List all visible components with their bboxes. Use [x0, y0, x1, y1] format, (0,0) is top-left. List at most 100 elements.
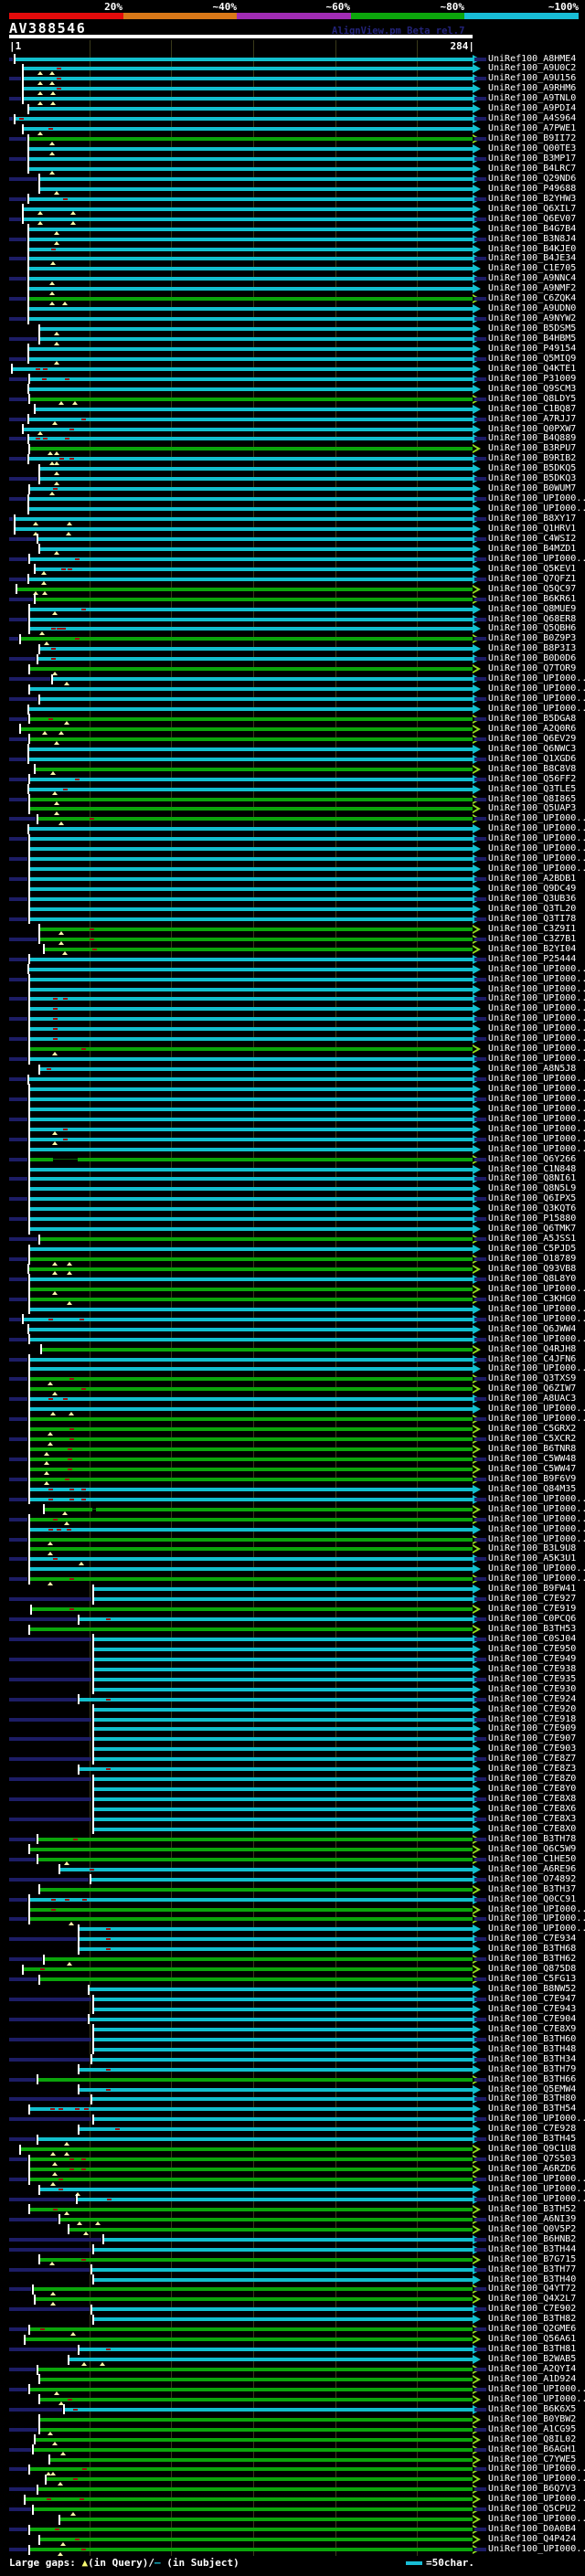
- alignment-bar[interactable]: [30, 687, 473, 692]
- alignment-bar[interactable]: [94, 1687, 473, 1691]
- alignment-bar[interactable]: [40, 647, 473, 652]
- alignment-bar[interactable]: [30, 557, 473, 561]
- alignment-bar[interactable]: [40, 327, 473, 331]
- alignment-bar[interactable]: [30, 1357, 473, 1362]
- alignment-bar[interactable]: [30, 896, 473, 901]
- alignment-bar[interactable]: [40, 2257, 473, 2262]
- alignment-bar[interactable]: [30, 2548, 473, 2551]
- alignment-bar[interactable]: [33, 2507, 473, 2512]
- alignment-bar[interactable]: [59, 1867, 473, 1871]
- alignment-bar[interactable]: [30, 847, 473, 852]
- alignment-bar[interactable]: [40, 1887, 473, 1892]
- alignment-bar[interactable]: [92, 2267, 473, 2272]
- alignment-bar[interactable]: [28, 707, 473, 711]
- alignment-bar[interactable]: [30, 1427, 473, 1432]
- alignment-bar[interactable]: [30, 737, 473, 741]
- alignment-bar[interactable]: [94, 2247, 473, 2252]
- alignment-bar[interactable]: [30, 1527, 473, 1532]
- alignment-bar[interactable]: [30, 1577, 473, 1582]
- alignment-bar[interactable]: [47, 2477, 473, 2482]
- alignment-bar[interactable]: [24, 207, 473, 211]
- alignment-bar[interactable]: [28, 967, 473, 971]
- alignment-bar[interactable]: [30, 1307, 473, 1311]
- alignment-bar[interactable]: [28, 827, 473, 832]
- alignment-bar[interactable]: [30, 2327, 473, 2332]
- alignment-bar[interactable]: [30, 667, 473, 672]
- alignment-bar[interactable]: [30, 1417, 473, 1422]
- alignment-bar[interactable]: [33, 2447, 473, 2452]
- alignment-bar[interactable]: [94, 1657, 473, 1661]
- alignment-bar[interactable]: [30, 1387, 473, 1392]
- alignment-bar[interactable]: [30, 1207, 473, 1212]
- alignment-bar[interactable]: [28, 1327, 473, 1331]
- alignment-bar[interactable]: [28, 196, 473, 201]
- alignment-bar[interactable]: [38, 2077, 473, 2082]
- alignment-bar[interactable]: [30, 447, 473, 451]
- alignment-bar[interactable]: [80, 2127, 473, 2132]
- alignment-bar[interactable]: [28, 307, 473, 312]
- alignment-bar[interactable]: [30, 1377, 473, 1382]
- alignment-bar[interactable]: [30, 837, 473, 842]
- alignment-bar[interactable]: [30, 777, 473, 781]
- alignment-bar[interactable]: [30, 797, 473, 801]
- alignment-bar[interactable]: [69, 2358, 473, 2361]
- alignment-bar[interactable]: [94, 1818, 473, 1821]
- alignment-bar[interactable]: [30, 1907, 473, 1912]
- alignment-bar[interactable]: [30, 607, 473, 611]
- alignment-bar[interactable]: [28, 287, 473, 292]
- alignment-bar[interactable]: [35, 567, 473, 571]
- alignment-bar[interactable]: [94, 1807, 473, 1811]
- alignment-bar[interactable]: [30, 1297, 473, 1301]
- alignment-bar[interactable]: [30, 877, 473, 882]
- alignment-bar[interactable]: [40, 337, 473, 341]
- alignment-bar[interactable]: [94, 1777, 473, 1782]
- alignment-bar[interactable]: [94, 2317, 473, 2322]
- alignment-bar[interactable]: [30, 1227, 473, 1232]
- alignment-bar[interactable]: [24, 87, 473, 91]
- alignment-bar[interactable]: [16, 57, 473, 61]
- alignment-bar[interactable]: [30, 1557, 473, 1562]
- alignment-bar[interactable]: [28, 356, 473, 361]
- alignment-bar[interactable]: [30, 1127, 473, 1131]
- alignment-bar[interactable]: [30, 2467, 473, 2472]
- alignment-bar[interactable]: [30, 1517, 473, 1521]
- alignment-bar[interactable]: [30, 857, 473, 862]
- alignment-bar[interactable]: [28, 166, 473, 171]
- alignment-bar[interactable]: [40, 2188, 473, 2191]
- alignment-bar[interactable]: [38, 817, 473, 822]
- alignment-bar[interactable]: [94, 1597, 473, 1602]
- alignment-bar[interactable]: [30, 1147, 473, 1151]
- alignment-bar[interactable]: [30, 376, 473, 381]
- alignment-bar[interactable]: [30, 1447, 473, 1451]
- alignment-bar[interactable]: [45, 1507, 93, 1511]
- alignment-bar[interactable]: [38, 2137, 473, 2142]
- alignment-bar[interactable]: [69, 2227, 473, 2231]
- alignment-bar[interactable]: [92, 2057, 473, 2062]
- alignment-bar[interactable]: [94, 1737, 473, 1742]
- alignment-bar[interactable]: [30, 2157, 473, 2162]
- alignment-bar[interactable]: [24, 1967, 473, 1972]
- alignment-bar[interactable]: [89, 1988, 473, 1991]
- alignment-bar[interactable]: [30, 887, 473, 891]
- alignment-bar[interactable]: [53, 677, 473, 682]
- alignment-bar[interactable]: [94, 1727, 473, 1732]
- alignment-bar[interactable]: [16, 517, 473, 521]
- alignment-bar[interactable]: [30, 957, 473, 961]
- alignment-bar[interactable]: [24, 427, 473, 431]
- alignment-bar[interactable]: [30, 1027, 473, 1032]
- alignment-bar[interactable]: [89, 2017, 473, 2021]
- alignment-bar[interactable]: [40, 546, 473, 551]
- alignment-bar[interactable]: [80, 1937, 473, 1942]
- alignment-bar[interactable]: [25, 2497, 473, 2502]
- alignment-bar[interactable]: [40, 467, 473, 472]
- alignment-bar[interactable]: [30, 2387, 473, 2391]
- alignment-bar[interactable]: [30, 1547, 473, 1552]
- alignment-bar[interactable]: [24, 127, 473, 132]
- alignment-bar[interactable]: [28, 147, 473, 151]
- alignment-bar[interactable]: [30, 1457, 473, 1461]
- alignment-bar[interactable]: [28, 257, 473, 261]
- alignment-bar[interactable]: [30, 906, 473, 911]
- alignment-bar[interactable]: [40, 937, 473, 941]
- alignment-bar[interactable]: [30, 807, 473, 811]
- alignment-bar[interactable]: [94, 1647, 473, 1651]
